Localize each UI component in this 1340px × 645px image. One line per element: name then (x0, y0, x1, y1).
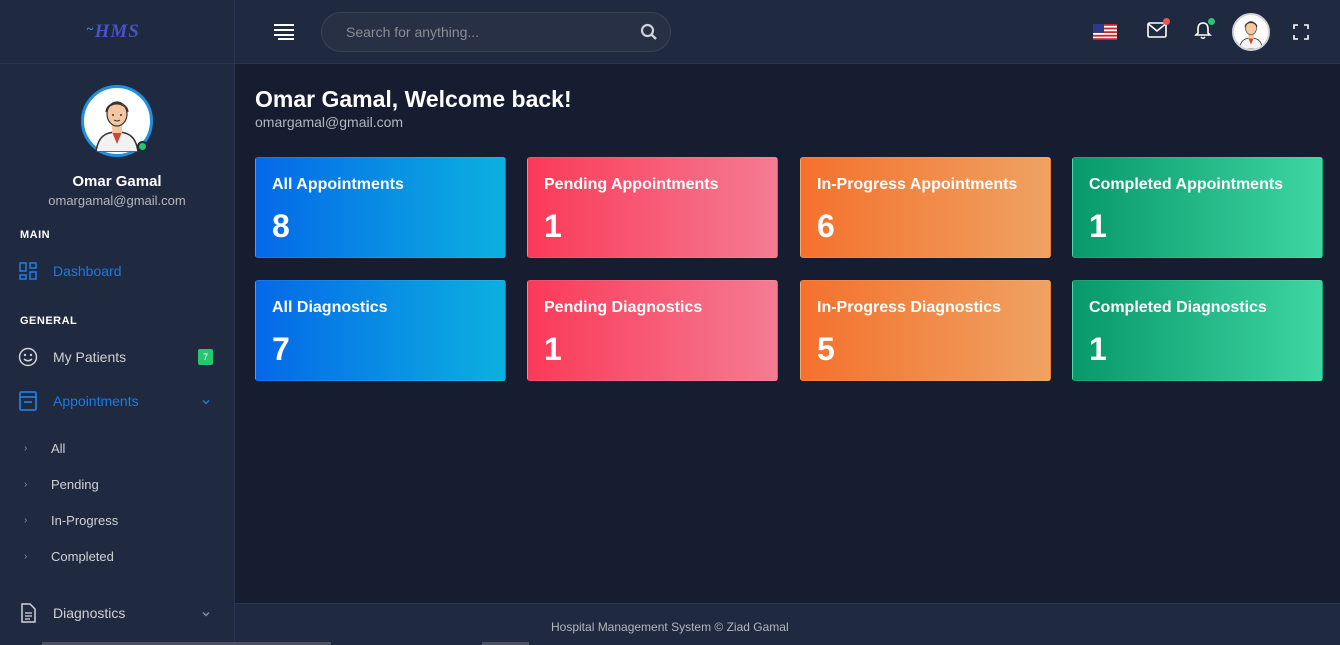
sidebar: ~HMS Omar Gamal omargamal@gmail.com MAIN… (0, 0, 235, 645)
logo-text: HMS (94, 20, 140, 42)
subitem-label: Pending (51, 477, 99, 492)
card-in-progress-diagnostics[interactable]: In-Progress Diagnostics 5 (800, 280, 1051, 381)
card-label: Pending Diagnostics (544, 299, 703, 316)
dashboard-icon (18, 261, 38, 281)
card-label: In-Progress Appointments (817, 176, 1018, 193)
subitem-label: All (51, 441, 66, 456)
fullscreen-icon[interactable] (1293, 24, 1309, 45)
patients-count-badge: 7 (198, 349, 213, 365)
card-value: 1 (1089, 208, 1107, 244)
chevron-right-icon: › (24, 443, 28, 454)
calendar-icon (18, 391, 38, 411)
card-label: Completed Appointments (1089, 176, 1284, 193)
sidebar-subitem-pending[interactable]: › Pending (24, 477, 99, 492)
sidebar-subitem-in-progress[interactable]: › In-Progress (24, 513, 118, 528)
card-value: 7 (272, 331, 290, 367)
search-input[interactable] (346, 13, 636, 51)
user-avatar[interactable] (1232, 13, 1270, 51)
card-pending-diagnostics[interactable]: Pending Diagnostics 1 (527, 280, 778, 381)
sidebar-subitem-all[interactable]: › All (24, 441, 65, 456)
sidebar-item-label: My Patients (53, 349, 127, 365)
profile-email: omargamal@gmail.com (48, 193, 186, 208)
sidebar-item-label: Appointments (53, 393, 139, 409)
card-value: 8 (272, 208, 290, 244)
topbar (235, 0, 1340, 64)
sidebar-item-label: Dashboard (53, 263, 122, 279)
card-value: 1 (544, 208, 562, 244)
card-in-progress-appointments[interactable]: In-Progress Appointments 6 (800, 157, 1051, 258)
us-flag-icon[interactable] (1093, 24, 1117, 45)
card-value: 1 (1089, 331, 1107, 367)
section-title-general: GENERAL (20, 315, 78, 327)
bell-icon[interactable] (1194, 18, 1215, 45)
subitem-label: In-Progress (51, 513, 119, 528)
card-label: Completed Diagnostics (1089, 299, 1267, 316)
card-completed-diagnostics[interactable]: Completed Diagnostics 1 (1072, 280, 1323, 381)
section-title-main: MAIN (20, 229, 51, 241)
card-all-diagnostics[interactable]: All Diagnostics 7 (255, 280, 506, 381)
footer-text: Hospital Management System © Ziad Gamal (551, 620, 789, 634)
menu-toggle-icon[interactable] (274, 24, 296, 40)
chevron-right-icon: › (24, 515, 28, 526)
chevron-down-icon (201, 606, 211, 622)
mail-notification-dot (1163, 18, 1170, 25)
sidebar-item-dashboard[interactable]: Dashboard (18, 260, 215, 282)
app-logo[interactable]: ~HMS (86, 21, 140, 43)
card-label: Pending Appointments (544, 176, 719, 193)
sidebar-item-appointments[interactable]: Appointments (18, 390, 215, 412)
card-value: 6 (817, 208, 835, 244)
smiley-icon (18, 347, 38, 367)
chevron-right-icon: › (24, 479, 28, 490)
card-all-appointments[interactable]: All Appointments 8 (255, 157, 506, 258)
card-label: All Appointments (272, 176, 404, 193)
welcome-email: omargamal@gmail.com (255, 114, 404, 130)
card-label: All Diagnostics (272, 299, 388, 316)
bell-notification-dot (1208, 18, 1215, 25)
page-title: Omar Gamal, Welcome back! (255, 86, 572, 112)
online-status-dot (137, 141, 148, 152)
sidebar-item-diagnostics[interactable]: Diagnostics (18, 602, 215, 624)
sidebar-subitem-completed[interactable]: › Completed (24, 549, 114, 564)
card-value: 1 (544, 331, 562, 367)
card-value: 5 (817, 331, 835, 367)
subitem-label: Completed (51, 549, 114, 564)
sidebar-item-patients[interactable]: My Patients 7 (18, 346, 215, 368)
document-icon (18, 603, 38, 623)
profile-avatar[interactable] (81, 85, 153, 157)
profile-name: Omar Gamal (72, 173, 162, 190)
search-box (321, 12, 671, 52)
card-label: In-Progress Diagnostics (817, 299, 1002, 316)
sidebar-item-label: Diagnostics (53, 605, 126, 621)
mail-icon[interactable] (1147, 18, 1170, 43)
card-pending-appointments[interactable]: Pending Appointments 1 (527, 157, 778, 258)
chevron-down-icon (201, 394, 211, 410)
doctor-avatar-icon (1239, 21, 1263, 49)
card-completed-appointments[interactable]: Completed Appointments 1 (1072, 157, 1323, 258)
chevron-right-icon: › (24, 551, 28, 562)
logo-bar: ~HMS (0, 0, 234, 64)
search-icon[interactable] (640, 23, 658, 46)
sidebar-profile: Omar Gamal omargamal@gmail.com (0, 64, 234, 208)
footer: Hospital Management System © Ziad Gamal (235, 603, 1340, 645)
